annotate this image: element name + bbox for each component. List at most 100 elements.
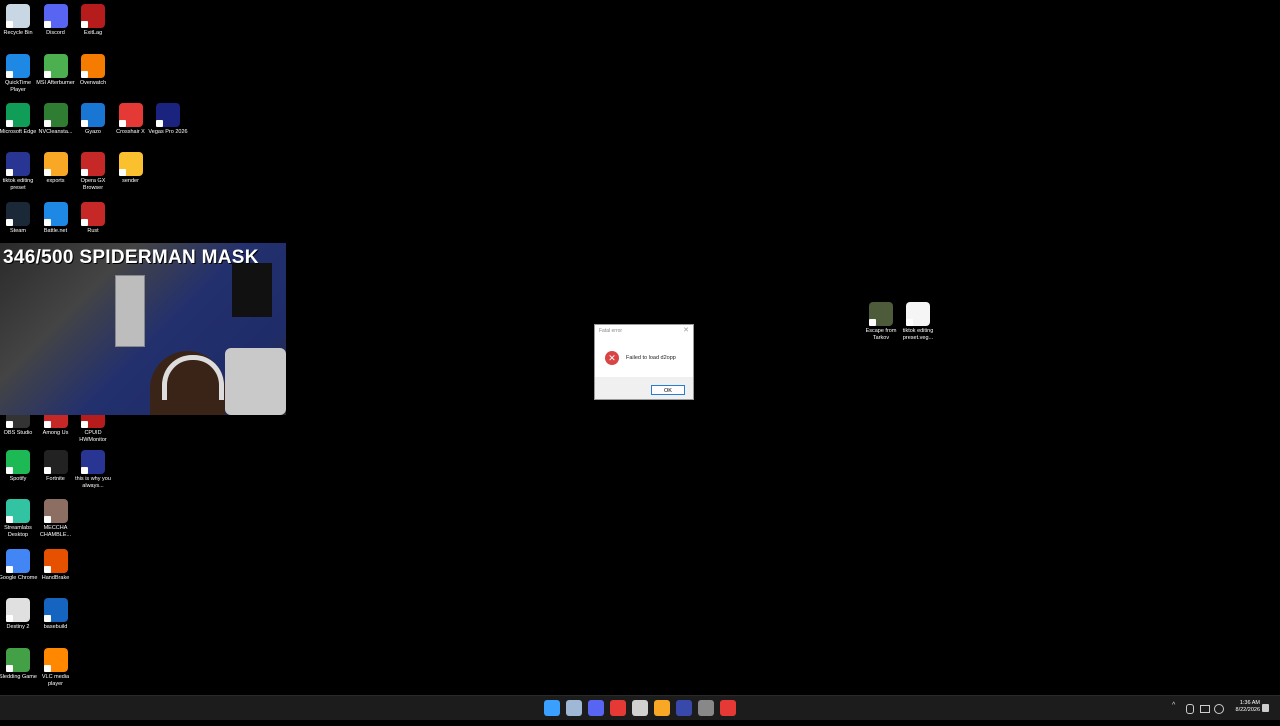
desktop-icon-steam[interactable]: Steam bbox=[0, 202, 38, 235]
shortcut-arrow-icon bbox=[43, 21, 51, 28]
webcam-background-tv bbox=[232, 263, 272, 317]
desktop-icon-meccha-chamble[interactable]: MECCHA CHAMBLE... bbox=[36, 499, 76, 539]
desktop-icon-label: Gyazo bbox=[85, 129, 101, 135]
taskbar-terminal-icon[interactable] bbox=[698, 700, 714, 716]
desktop-icon-escape-from-tarkov[interactable]: Escape from Tarkov bbox=[861, 302, 901, 342]
microphone-icon[interactable] bbox=[1186, 704, 1194, 714]
desktop-icon-label: exports bbox=[46, 178, 65, 184]
shortcut-arrow-icon bbox=[6, 120, 13, 127]
desktop-icon-fortnite[interactable]: Fortnite bbox=[36, 450, 76, 483]
desktop-icon-label: Among Us bbox=[42, 430, 69, 436]
desktop-icon-vlc-media-player[interactable]: VLC media player bbox=[36, 648, 76, 688]
desktop-icon-label: VLC media player bbox=[41, 674, 70, 687]
desktop-icon-handbrake[interactable]: HandBrake bbox=[36, 549, 76, 582]
taskbar-clock[interactable]: 1:36 AM 8/22/2026 bbox=[1236, 700, 1260, 714]
clock-date: 8/22/2026 bbox=[1235, 707, 1260, 713]
app-vegas-pro-2026-icon bbox=[156, 103, 180, 127]
shortcut-arrow-icon bbox=[43, 615, 51, 622]
shortcut-arrow-icon bbox=[6, 21, 13, 28]
desktop-icon-tiktok-editing-preset[interactable]: tiktok editing preset bbox=[0, 152, 38, 192]
shortcut-arrow-icon bbox=[81, 421, 88, 428]
desktop-icon-this-is-why-you-always[interactable]: this is why you always... bbox=[73, 450, 113, 490]
desktop-icon-label: Fortnite bbox=[46, 476, 65, 482]
shortcut-arrow-icon bbox=[81, 169, 88, 176]
desktop-icon-vegas-pro-2026[interactable]: Vegas Pro 2026 bbox=[148, 103, 188, 136]
desktop-icon-microsoft-edge[interactable]: Microsoft Edge bbox=[0, 103, 38, 136]
taskbar-start-icon[interactable] bbox=[544, 700, 560, 716]
desktop-icon-rust[interactable]: Rust bbox=[73, 202, 113, 235]
app-msi-afterburner-icon bbox=[43, 54, 68, 78]
app-google-chrome-icon bbox=[6, 549, 30, 573]
desktop-icon-spotify[interactable]: Spotify bbox=[0, 450, 38, 483]
desktop-icon-basebuild[interactable]: basebuild bbox=[36, 598, 76, 631]
shortcut-arrow-icon bbox=[156, 120, 163, 127]
fatal-error-dialog: Fatal error ✕ ✕ Failed to load d2opp OK bbox=[594, 324, 694, 400]
desktop-icon-label: Crosshair X bbox=[116, 129, 145, 135]
desktop-icon-label: OBS Studio bbox=[3, 430, 33, 436]
app-opera-gx-browser-icon bbox=[81, 152, 105, 176]
app-recycle-bin-icon bbox=[6, 4, 30, 28]
shortcut-arrow-icon bbox=[43, 169, 51, 176]
desktop-icon-label: Escape from Tarkov bbox=[865, 328, 897, 341]
desktop-icon-sender[interactable]: sender bbox=[111, 152, 151, 185]
error-icon: ✕ bbox=[605, 351, 619, 365]
desktop-icon-exitlag[interactable]: ExitLag bbox=[73, 4, 113, 37]
desktop-icon-battle-net[interactable]: Battle.net bbox=[36, 202, 76, 235]
desktop-icon-nvcleansta[interactable]: NVCleansta... bbox=[36, 103, 76, 136]
dialog-message: Failed to load d2opp bbox=[626, 355, 676, 361]
desktop-icon-msi-afterburner[interactable]: MSI Afterburner bbox=[36, 54, 76, 87]
app-crosshair-x-icon bbox=[118, 103, 143, 127]
desktop-icon-google-chrome[interactable]: Google Chrome bbox=[0, 549, 38, 582]
desktop-icon-streamlabs-desktop[interactable]: Streamlabs Desktop bbox=[0, 499, 38, 539]
taskbar-vegas-icon[interactable] bbox=[676, 700, 692, 716]
dialog-title: Fatal error bbox=[599, 328, 623, 334]
desktop-icon-label: Steam bbox=[10, 228, 26, 234]
taskbar-file-explorer-icon[interactable] bbox=[654, 700, 670, 716]
shortcut-arrow-icon bbox=[6, 467, 13, 474]
taskbar-discord-icon[interactable] bbox=[588, 700, 604, 716]
shortcut-arrow-icon bbox=[81, 21, 88, 28]
taskbar: ^ 1:36 AM 8/22/2026 bbox=[0, 695, 1280, 720]
desktop-icon-sledding-game[interactable]: Sledding Game bbox=[0, 648, 38, 681]
shortcut-arrow-icon bbox=[43, 219, 51, 226]
desktop-icon-recycle-bin[interactable]: Recycle Bin bbox=[0, 4, 38, 37]
desktop-icon-label: CPUID HWMonitor bbox=[79, 430, 107, 443]
taskbar-opera-gx-icon[interactable] bbox=[610, 700, 626, 716]
desktop-icon-overwatch[interactable]: Overwatch bbox=[73, 54, 113, 87]
app-handbrake-icon bbox=[43, 549, 68, 573]
notification-icon[interactable] bbox=[1262, 704, 1269, 712]
desktop-icon-opera-gx-browser[interactable]: Opera GX Browser bbox=[73, 152, 113, 192]
desktop-icon-gyazo[interactable]: Gyazo bbox=[73, 103, 113, 136]
display-icon[interactable] bbox=[1200, 705, 1210, 713]
webcam-background-bed bbox=[225, 348, 286, 415]
volume-icon[interactable] bbox=[1214, 704, 1224, 714]
shortcut-arrow-icon bbox=[869, 319, 876, 326]
app-streamlabs-desktop-icon bbox=[6, 499, 30, 523]
taskbar-rust-icon[interactable] bbox=[720, 700, 736, 716]
app-spotify-icon bbox=[6, 450, 30, 474]
desktop-icon-label: Spotify bbox=[9, 476, 27, 482]
tray-overflow-icon[interactable]: ^ bbox=[1172, 702, 1175, 726]
desktop-icon-label: Streamlabs Desktop bbox=[4, 525, 32, 538]
taskbar-steam-icon[interactable] bbox=[566, 700, 582, 716]
app-basebuild-icon bbox=[43, 598, 68, 622]
desktop-icon-label: MECCHA CHAMBLE... bbox=[39, 525, 72, 538]
desktop-icon-crosshair-x[interactable]: Crosshair X bbox=[111, 103, 151, 136]
desktop-icon-discord[interactable]: Discord bbox=[36, 4, 76, 37]
ok-button[interactable]: OK bbox=[651, 385, 685, 395]
desktop-icon-label: Sledding Game bbox=[0, 674, 37, 680]
dialog-titlebar[interactable]: Fatal error ✕ bbox=[595, 325, 693, 337]
app-this-is-why-you-always-icon bbox=[81, 450, 105, 474]
webcam-overlay: 346/500 SPIDERMAN MASK bbox=[0, 243, 286, 415]
desktop-icon-label: Google Chrome bbox=[0, 575, 38, 581]
shortcut-arrow-icon bbox=[6, 615, 13, 622]
app-meccha-chamble-icon bbox=[43, 499, 68, 523]
desktop-icon-tiktok-editing-preset-veg[interactable]: tiktok editing preset.veg... bbox=[898, 302, 938, 342]
desktop-icon-exports[interactable]: exports bbox=[36, 152, 76, 185]
taskbar-chrome-icon[interactable] bbox=[632, 700, 648, 716]
shortcut-arrow-icon bbox=[6, 219, 13, 226]
close-icon[interactable]: ✕ bbox=[683, 326, 689, 334]
app-overwatch-icon bbox=[81, 54, 105, 78]
desktop-icon-quicktime-player[interactable]: QuickTime Player bbox=[0, 54, 38, 94]
desktop-icon-destiny-2[interactable]: Destiny 2 bbox=[0, 598, 38, 631]
